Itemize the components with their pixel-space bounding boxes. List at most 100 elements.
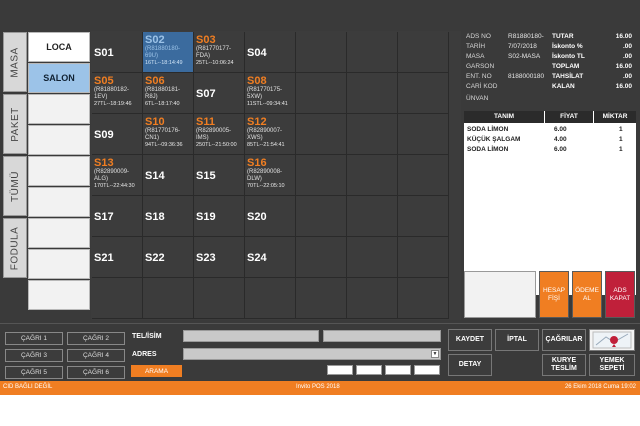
- table-empty-slot[interactable]: [347, 114, 398, 155]
- cagri-2-button[interactable]: ÇAĞRI 2: [67, 332, 125, 345]
- chevron-down-icon[interactable]: ▼: [431, 350, 439, 358]
- category-loca[interactable]: LOCA: [28, 32, 90, 62]
- table-s06[interactable]: S06 (R81880181-R8J) 6TL--18:17:40: [143, 73, 194, 114]
- table-empty-slot[interactable]: [398, 114, 449, 155]
- yemek-sepeti-button[interactable]: YEMEK SEPETİ: [589, 354, 635, 376]
- kurye-teslim-button[interactable]: KURYE TESLİM: [542, 354, 586, 376]
- tab-paket-label: PAKET: [9, 106, 21, 142]
- table-empty-slot[interactable]: [347, 73, 398, 114]
- table-empty-slot[interactable]: [347, 278, 398, 319]
- table-s08[interactable]: S08 (R81770175-5XW) 11STL--09:34:41: [245, 73, 296, 114]
- table-empty-slot[interactable]: [347, 237, 398, 278]
- table-empty-slot[interactable]: [398, 237, 449, 278]
- table-s16[interactable]: S16 (R82890008-DLW) 70TL--22:05:10: [245, 155, 296, 196]
- table-empty-slot[interactable]: [296, 237, 347, 278]
- tab-fodula[interactable]: FODULA: [3, 218, 27, 278]
- table-empty-slot[interactable]: [296, 196, 347, 237]
- table-empty-slot[interactable]: [296, 32, 347, 73]
- table-empty-slot[interactable]: [398, 32, 449, 73]
- tel-isim-input[interactable]: [183, 330, 319, 342]
- table-s20[interactable]: S20: [245, 196, 296, 237]
- table-empty-slot[interactable]: [347, 32, 398, 73]
- table-amount-time: 6TL--18:17:40: [145, 101, 180, 107]
- ads-kapat-button[interactable]: ADS KAPAT: [605, 271, 635, 318]
- category-empty[interactable]: [28, 249, 90, 279]
- detay-button[interactable]: DETAY: [448, 354, 492, 376]
- filter-box-2[interactable]: [356, 365, 382, 375]
- table-s18[interactable]: S18: [143, 196, 194, 237]
- table-s11[interactable]: S11 (R82890005-IMS) 250TL--21:50:00: [194, 114, 245, 155]
- tab-masa[interactable]: MASA: [3, 32, 27, 92]
- table-s04[interactable]: S04: [245, 32, 296, 73]
- table-s01[interactable]: S01: [92, 32, 143, 73]
- cagri-5-button[interactable]: ÇAĞRI 5: [5, 366, 63, 379]
- cagri-4-button[interactable]: ÇAĞRI 4: [67, 349, 125, 362]
- table-s13[interactable]: S13 (R82890009-ALG) 170TL--22:44:30: [92, 155, 143, 196]
- category-list: LOCA SALON: [28, 32, 90, 322]
- tab-tumu-label: TÜMÜ: [9, 170, 21, 202]
- table-s14[interactable]: S14: [143, 155, 194, 196]
- yemeksepeti-logo-icon[interactable]: [589, 329, 635, 351]
- cagri-1-button[interactable]: ÇAĞRI 1: [5, 332, 63, 345]
- customer-name-input[interactable]: [323, 330, 441, 342]
- table-empty-slot[interactable]: [92, 278, 143, 319]
- table-empty-slot[interactable]: [296, 73, 347, 114]
- table-empty-slot[interactable]: [194, 278, 245, 319]
- table-row[interactable]: SODA LİMON 6.00 1: [464, 125, 636, 134]
- item-qty: 1: [619, 136, 623, 143]
- table-row[interactable]: SODA LİMON 6.00 1: [464, 145, 636, 154]
- total-value: 16.00: [615, 63, 632, 70]
- table-row[interactable]: KÜÇÜK ŞALGAM 4.00 1: [464, 135, 636, 144]
- table-empty-slot[interactable]: [245, 278, 296, 319]
- cagri-3-button[interactable]: ÇAĞRI 3: [5, 349, 63, 362]
- side-tabs: MASA PAKET TÜMÜ FODULA: [3, 32, 27, 322]
- table-s21[interactable]: S21: [92, 237, 143, 278]
- hesap-fisi-button[interactable]: HESAP FİŞİ: [539, 271, 569, 318]
- table-empty-slot[interactable]: [398, 278, 449, 319]
- category-empty[interactable]: [28, 125, 90, 155]
- table-s07[interactable]: S07: [194, 73, 245, 114]
- table-s09[interactable]: S09: [92, 114, 143, 155]
- table-s10[interactable]: S10 (R81770176-CN1) 94TL--09:36:36: [143, 114, 194, 155]
- filter-box-4[interactable]: [414, 365, 440, 375]
- table-ref: (R81880182-1EV): [94, 87, 130, 100]
- iptal-button[interactable]: İPTAL: [495, 329, 539, 351]
- table-s05[interactable]: S05 (R81880182-1EV) 27TL--18:19:46: [92, 73, 143, 114]
- table-s24[interactable]: S24: [245, 237, 296, 278]
- table-s19[interactable]: S19: [194, 196, 245, 237]
- cagri-6-button[interactable]: ÇAĞRI 6: [67, 366, 125, 379]
- table-s15[interactable]: S15: [194, 155, 245, 196]
- table-empty-slot[interactable]: [347, 155, 398, 196]
- table-empty-slot[interactable]: [296, 155, 347, 196]
- note-area[interactable]: [464, 271, 536, 318]
- table-s17[interactable]: S17: [92, 196, 143, 237]
- cagrilar-button[interactable]: ÇAĞRILAR: [542, 329, 586, 351]
- table-empty-slot[interactable]: [143, 278, 194, 319]
- adres-select[interactable]: ▼: [183, 348, 441, 360]
- table-s22[interactable]: S22: [143, 237, 194, 278]
- table-s23[interactable]: S23: [194, 237, 245, 278]
- arama-button[interactable]: ARAMA: [131, 365, 182, 377]
- category-empty[interactable]: [28, 218, 90, 248]
- tab-tumu[interactable]: TÜMÜ: [3, 156, 27, 216]
- table-s12[interactable]: S12 (R82890007-XWS) 85TL--21:54:41: [245, 114, 296, 155]
- filter-box-3[interactable]: [385, 365, 411, 375]
- kaydet-button[interactable]: KAYDET: [448, 329, 492, 351]
- category-empty[interactable]: [28, 187, 90, 217]
- odeme-al-button[interactable]: ÖDEME AL: [572, 271, 602, 318]
- table-s03[interactable]: S03 (R81770177-FDA) 25TL--10:06:24: [194, 32, 245, 73]
- category-empty[interactable]: [28, 280, 90, 310]
- table-empty-slot[interactable]: [347, 196, 398, 237]
- tab-paket[interactable]: PAKET: [3, 94, 27, 154]
- table-empty-slot[interactable]: [398, 73, 449, 114]
- table-s02[interactable]: S02 (R81880180-69U) 16TL--18:14:49: [143, 32, 194, 73]
- table-ref: (R81770175-5XW): [247, 87, 283, 100]
- category-empty[interactable]: [28, 156, 90, 186]
- table-empty-slot[interactable]: [296, 114, 347, 155]
- table-empty-slot[interactable]: [398, 196, 449, 237]
- category-salon[interactable]: SALON: [28, 63, 90, 93]
- category-empty[interactable]: [28, 94, 90, 124]
- table-empty-slot[interactable]: [296, 278, 347, 319]
- table-empty-slot[interactable]: [398, 155, 449, 196]
- filter-box-1[interactable]: [327, 365, 353, 375]
